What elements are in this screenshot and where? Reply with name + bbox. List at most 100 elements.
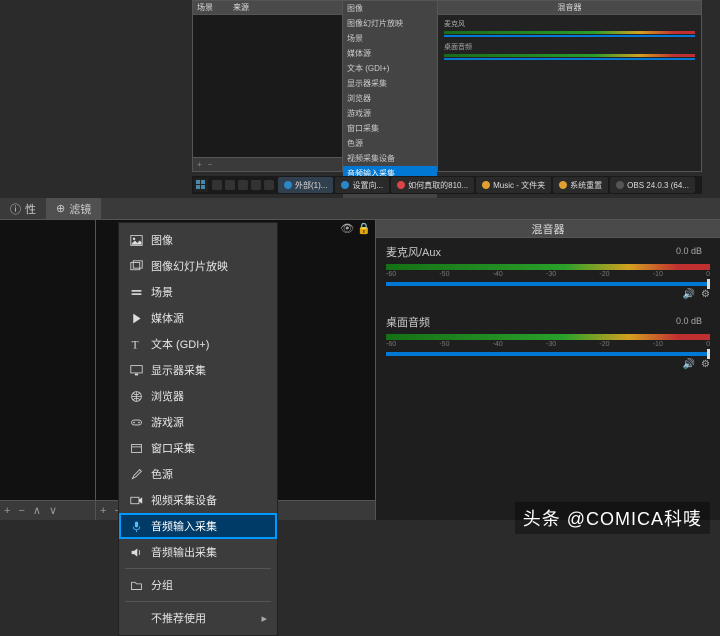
tray-icon[interactable] [212,180,222,190]
menu-label: 音频输出采集 [151,544,217,560]
thumb-menu-item[interactable]: 游戏源 [343,106,437,121]
tab-properties[interactable]: ⓘ 性 [0,198,46,219]
thumb-menu-item[interactable]: 场景 [343,31,437,46]
menu-label: 媒体源 [151,310,184,326]
brush-icon [129,468,143,481]
menu-separator [125,601,271,602]
scene-icon [129,286,143,299]
app-icon [341,181,349,189]
menu-item-scene[interactable]: 场景 [119,279,277,305]
window-icon [129,442,143,455]
tab-filters[interactable]: ⊕ 滤镜 [46,198,101,219]
thumb-preview-body [193,15,342,157]
add-scene-button[interactable]: + [4,505,10,517]
watermark: 头条 @COMICA科唛 [515,502,710,534]
menu-label: 场景 [151,284,173,300]
menu-item-slideshow[interactable]: 图像幻灯片放映 [119,253,277,279]
thumb-menu-item[interactable]: 图像 [343,1,437,16]
thumb-menu-item[interactable]: 显示器采集 [343,76,437,91]
tray-icon[interactable] [264,180,274,190]
menu-item-text-gdi[interactable]: T 文本 (GDI+) [119,331,277,357]
taskbar-label: 外部(1)... [295,180,327,191]
menu-item-color-source[interactable]: 色源 [119,461,277,487]
scenes-body[interactable] [0,220,95,500]
tray-icon[interactable] [251,180,261,190]
camera-icon [129,494,143,507]
app-icon [482,181,490,189]
mixer-db-value: 0.0 dB [676,246,702,256]
source-visibility-icons: 👁 🔒 [340,222,371,235]
thumb-menu-item[interactable]: 文本 (GDI+) [343,61,437,76]
speaker-icon[interactable]: 🔊 [683,289,695,300]
gear-icon[interactable]: ⚙ [701,289,710,300]
menu-item-video-capture[interactable]: 视频采集设备 [119,487,277,513]
menu-item-deprecated[interactable]: 不推荐使用 ▸ [119,605,277,631]
mixer-track: 桌面音频 0.0 dB -60-50-40-30-20-100 🔊 ⚙ [386,314,710,370]
taskbar-item[interactable]: 如何真取的810... [391,177,474,193]
plus-icon[interactable]: + [197,160,202,169]
mic-icon [129,520,143,533]
menu-label: 窗口采集 [151,440,195,456]
text-icon: T [129,338,143,351]
menu-item-audio-input[interactable]: 音频输入采集 [119,513,277,539]
taskbar-label: Music - 文件夹 [493,180,545,191]
taskbar-label: 系统重置 [570,180,602,191]
thumb-menu-item[interactable]: 窗口采集 [343,121,437,136]
thumb-tab-sources: 来源 [233,2,249,13]
mixer-ticks: -60-50-40-30-20-100 [386,271,710,278]
menu-separator [125,568,271,569]
menu-item-group[interactable]: 分组 [119,572,277,598]
menu-item-display-capture[interactable]: 显示器采集 [119,357,277,383]
menu-item-window-capture[interactable]: 窗口采集 [119,435,277,461]
menu-item-audio-output[interactable]: 音频输出采集 [119,539,277,565]
scene-up-button[interactable]: ∧ [33,504,41,517]
tray-icon[interactable] [225,180,235,190]
mixer-ticks: -60-50-40-30-20-100 [386,341,710,348]
thumb-scenes-footer: + − [193,157,342,171]
menu-label: 显示器采集 [151,362,206,378]
speaker-out-icon [129,546,143,559]
taskbar-item[interactable]: OBS 24.0.3 (64... [610,177,695,193]
slideshow-icon [129,260,143,273]
speaker-icon[interactable]: 🔊 [683,359,695,370]
audio-meter [386,264,710,270]
taskbar-item[interactable]: Music - 文件夹 [476,177,551,193]
folder-icon [129,579,143,592]
tray-icon[interactable] [238,180,248,190]
thumb-meter-label: 麦克风 [444,19,695,29]
taskbar-item[interactable]: 系统重置 [553,177,608,193]
filter-icon: ⊕ [56,202,65,215]
taskbar-item[interactable]: 设置向... [335,177,389,193]
start-button[interactable] [194,178,208,192]
mixer-track-controls: 🔊 ⚙ [386,359,710,370]
volume-slider[interactable] [386,282,710,286]
menu-item-media[interactable]: 媒体源 [119,305,277,331]
mixer-track-controls: 🔊 ⚙ [386,289,710,300]
thumb-menu-item[interactable]: 视频采集设备 [343,151,437,166]
remove-scene-button[interactable]: − [18,505,24,517]
thumb-menu-item[interactable]: 浏览器 [343,91,437,106]
globe-icon [129,390,143,403]
lock-icon[interactable]: 🔒 [357,223,371,235]
menu-label: 游戏源 [151,414,184,430]
monitor-icon [129,364,143,377]
taskbar-label: 设置向... [352,180,383,191]
thumb-mixer-body: 麦克风 桌面音频 [438,15,701,171]
minus-icon[interactable]: − [208,160,213,169]
thumbnail-obs-window: 场景 来源 + − 图像 图像幻灯片放映 场景 媒体源 文本 (GDI+) 显示… [192,0,702,172]
taskbar-label: 如何真取的810... [408,180,468,191]
thumb-menu-item[interactable]: 图像幻灯片放映 [343,16,437,31]
menu-label: 视频采集设备 [151,492,217,508]
add-source-button[interactable]: + [100,505,106,517]
scene-down-button[interactable]: ∨ [49,504,57,517]
thumb-menu-item[interactable]: 色源 [343,136,437,151]
menu-item-image[interactable]: 图像 [119,227,277,253]
eye-icon[interactable]: 👁 [340,223,354,235]
mixer-db-value: 0.0 dB [676,316,702,326]
volume-slider[interactable] [386,352,710,356]
menu-item-browser[interactable]: 浏览器 [119,383,277,409]
thumb-menu-item[interactable]: 媒体源 [343,46,437,61]
menu-item-game-capture[interactable]: 游戏源 [119,409,277,435]
taskbar-item[interactable]: 外部(1)... [278,177,333,193]
gear-icon[interactable]: ⚙ [701,359,710,370]
